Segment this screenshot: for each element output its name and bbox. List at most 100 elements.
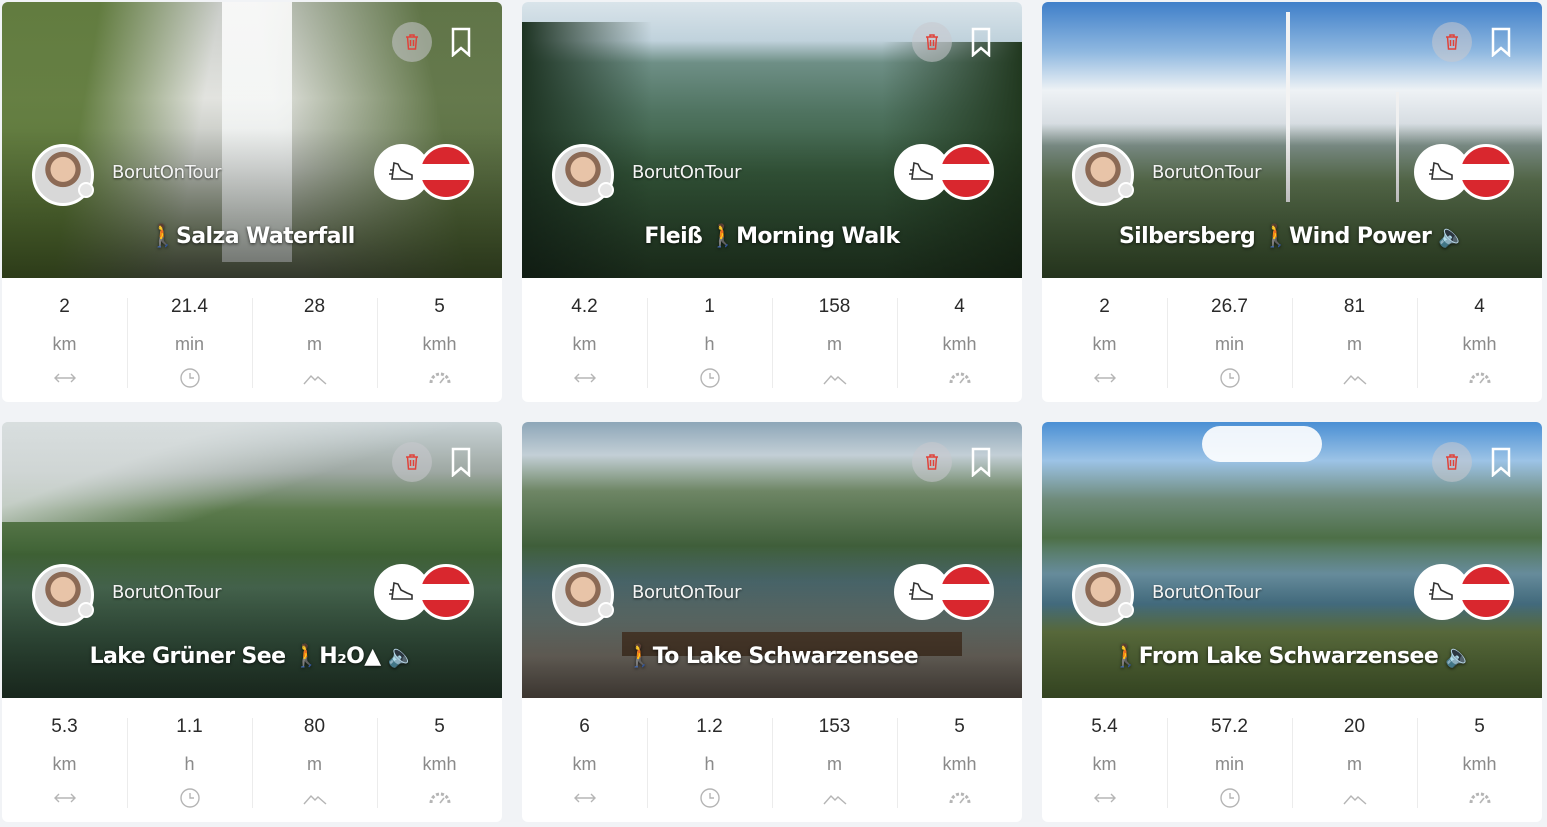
delete-button[interactable] <box>392 442 432 482</box>
hiking-shoe-icon <box>389 582 413 600</box>
elevation-icon <box>822 374 846 385</box>
stat-value: 57.2 <box>1211 716 1248 737</box>
stat-unit: m <box>1347 754 1362 774</box>
bookmark-icon <box>1491 447 1511 477</box>
trail-card[interactable]: BorutOnTour 🚶From Lake Schwarzensee 🔈 5.… <box>1042 422 1542 822</box>
trail-title[interactable]: Silbersberg 🚶Wind Power 🔈 <box>1042 224 1542 249</box>
trail-stats: 4.2 km 1 h 158 m 4 kmh <box>522 278 1022 402</box>
hiking-shoe-icon <box>1429 162 1453 180</box>
stat-duration: 1 h <box>647 278 772 402</box>
delete-button[interactable] <box>392 22 432 62</box>
bookmark-button[interactable] <box>1488 442 1514 482</box>
trail-title[interactable]: 🚶From Lake Schwarzensee 🔈 <box>1042 644 1542 669</box>
stat-value: 1 <box>704 296 715 317</box>
stat-value: 5.4 <box>1091 716 1118 737</box>
stat-unit: km <box>52 334 77 354</box>
stat-unit: h <box>184 754 195 774</box>
stat-value: 2 <box>59 296 70 317</box>
trail-title[interactable]: Fleiß 🚶Morning Walk <box>522 224 1022 249</box>
distance-icon <box>573 793 596 803</box>
stat-value: 5 <box>954 716 965 737</box>
speedometer-icon <box>429 372 450 384</box>
clock-icon <box>1219 788 1240 808</box>
bookmark-button[interactable] <box>448 22 474 62</box>
online-status-dot <box>1118 602 1134 618</box>
stat-value: 21.4 <box>171 296 208 317</box>
trail-title[interactable]: 🚶Salza Waterfall <box>2 224 502 249</box>
elevation-icon <box>1342 794 1366 805</box>
stat-unit: h <box>704 334 715 354</box>
bookmark-icon <box>451 27 471 57</box>
delete-button[interactable] <box>912 22 952 62</box>
trail-card[interactable]: BorutOnTour Fleiß 🚶Morning Walk 4.2 km 1… <box>522 2 1022 402</box>
stat-distance: 5.3 km <box>2 698 127 822</box>
stat-value: 1.2 <box>696 716 723 737</box>
trash-icon <box>926 454 938 470</box>
delete-button[interactable] <box>1432 22 1472 62</box>
stat-unit: km <box>572 334 597 354</box>
delete-button[interactable] <box>1432 442 1472 482</box>
stat-unit: kmh <box>1462 754 1497 774</box>
stat-elevation: 80 m <box>252 698 377 822</box>
delete-button[interactable] <box>912 442 952 482</box>
austria-flag <box>938 144 994 200</box>
trail-title[interactable]: 🚶To Lake Schwarzensee <box>522 644 1022 669</box>
stat-value: 4 <box>1474 296 1485 317</box>
trash-icon <box>406 454 418 470</box>
stat-elevation: 28 m <box>252 278 377 402</box>
hiking-shoe-icon <box>909 582 933 600</box>
trail-title[interactable]: Lake Grüner See 🚶H₂O▲ 🔈 <box>2 644 502 669</box>
stat-value: 5 <box>434 716 445 737</box>
stat-value: 5.3 <box>51 716 78 737</box>
stat-value: 20 <box>1343 716 1366 737</box>
author-name[interactable]: BorutOnTour <box>112 582 222 603</box>
stat-distance: 2 km <box>1042 278 1167 402</box>
bookmark-button[interactable] <box>448 442 474 482</box>
stat-value: 26.7 <box>1211 296 1248 317</box>
bookmark-button[interactable] <box>968 442 994 482</box>
trail-stats: 5.4 km 57.2 min 20 m 5 kmh <box>1042 698 1542 822</box>
stat-duration: 21.4 min <box>127 278 252 402</box>
stat-value: 80 <box>303 716 326 737</box>
trail-stats: 2 km 21.4 min 28 m 5 kmh <box>2 278 502 402</box>
austria-flag <box>938 564 994 620</box>
trash-icon <box>1446 34 1458 50</box>
trash-icon <box>926 34 938 50</box>
stat-distance: 4.2 km <box>522 278 647 402</box>
speedometer-icon <box>1469 792 1490 804</box>
bookmark-button[interactable] <box>968 22 994 62</box>
trail-card[interactable]: BorutOnTour Lake Grüner See 🚶H₂O▲ 🔈 5.3 … <box>2 422 502 822</box>
author-name[interactable]: BorutOnTour <box>632 582 742 603</box>
trail-card[interactable]: BorutOnTour 🚶To Lake Schwarzensee 6 km 1… <box>522 422 1022 822</box>
clock-icon <box>699 368 720 388</box>
clock-icon <box>699 788 720 808</box>
elevation-icon <box>1342 374 1366 385</box>
author-name[interactable]: BorutOnTour <box>1152 162 1262 183</box>
stat-duration: 1.2 h <box>647 698 772 822</box>
stat-unit: min <box>1214 334 1244 354</box>
stat-duration: 1.1 h <box>127 698 252 822</box>
stat-elevation: 20 m <box>1292 698 1417 822</box>
stat-elevation: 153 m <box>772 698 897 822</box>
online-status-dot <box>78 602 94 618</box>
author-name[interactable]: BorutOnTour <box>1152 582 1262 603</box>
stat-value: 2 <box>1099 296 1110 317</box>
stat-speed: 5 kmh <box>1417 698 1542 822</box>
stat-unit: h <box>704 754 715 774</box>
trash-icon <box>1446 454 1458 470</box>
stat-unit: km <box>1092 754 1117 774</box>
author-name[interactable]: BorutOnTour <box>112 162 222 183</box>
distance-icon <box>573 373 596 383</box>
speedometer-icon <box>429 792 450 804</box>
stat-unit: m <box>827 334 842 354</box>
trail-card[interactable]: BorutOnTour 🚶Salza Waterfall 2 km 21.4 m… <box>2 2 502 402</box>
author-name[interactable]: BorutOnTour <box>632 162 742 183</box>
stat-unit: km <box>1092 334 1117 354</box>
stat-unit: kmh <box>942 754 977 774</box>
distance-icon <box>53 373 76 383</box>
stat-unit: kmh <box>1462 334 1497 354</box>
stat-value: 153 <box>818 716 851 737</box>
bookmark-button[interactable] <box>1488 22 1514 62</box>
trail-card[interactable]: BorutOnTour Silbersberg 🚶Wind Power 🔈 2 … <box>1042 2 1542 402</box>
stat-unit: kmh <box>942 334 977 354</box>
